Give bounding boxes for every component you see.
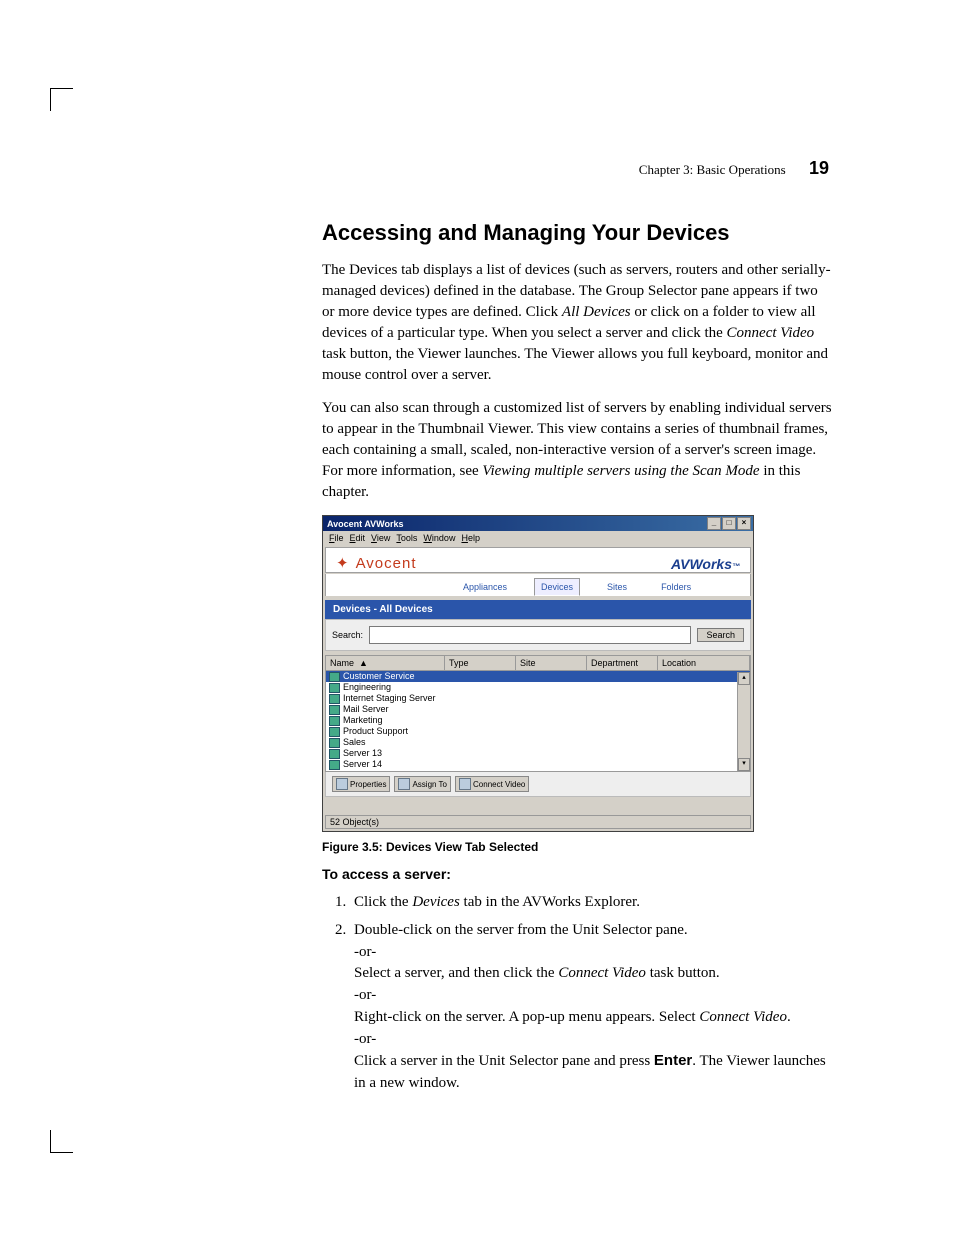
scroll-up-icon[interactable]: ▴ [738, 672, 750, 685]
brand-right: AVWorks™ [671, 556, 740, 572]
intro-paragraph-2: You can also scan through a customized l… [322, 398, 832, 503]
device-icon [329, 716, 340, 726]
assign-icon [398, 778, 410, 790]
brand-row: ✦ Avocent AVWorks™ [325, 547, 751, 573]
scrollbar[interactable]: ▴ ▾ [737, 672, 750, 771]
properties-icon [336, 778, 348, 790]
search-button[interactable]: Search [697, 628, 744, 642]
step-1: Click the Devices tab in the AVWorks Exp… [350, 892, 832, 914]
logo-icon: ✦ [336, 554, 350, 572]
table-rows: Customer Service Engineering Internet St… [326, 671, 750, 771]
brand-left: ✦ Avocent [336, 554, 417, 572]
menu-tools[interactable]: Tools [396, 533, 417, 543]
table-row[interactable]: Engineering [326, 682, 750, 693]
device-icon [329, 705, 340, 715]
minimize-icon[interactable]: _ [707, 517, 721, 530]
col-location[interactable]: Location [658, 656, 750, 670]
crop-mark-top-left [50, 88, 73, 111]
pane-title: Devices - All Devices [325, 600, 751, 619]
menubar: File Edit View Tools Window Help [323, 531, 753, 545]
app-window: Avocent AVWorks _ □ × File Edit View Too… [322, 515, 754, 832]
menu-view[interactable]: View [371, 533, 390, 543]
table-row[interactable]: Mail Server [326, 704, 750, 715]
procedure-heading: To access a server: [322, 866, 832, 882]
search-input[interactable] [369, 626, 691, 644]
search-row: Search: Search [325, 619, 751, 651]
scroll-down-icon[interactable]: ▾ [738, 758, 750, 771]
device-icon [329, 672, 340, 682]
col-site[interactable]: Site [516, 656, 587, 670]
assign-to-button[interactable]: Assign To [394, 776, 451, 792]
table-row[interactable]: Sales [326, 737, 750, 748]
table-row[interactable]: Server 14 [326, 759, 750, 770]
table-row[interactable]: Server 15 [326, 770, 750, 771]
tab-devices[interactable]: Devices [534, 578, 580, 596]
brand-text: Avocent [356, 555, 417, 572]
tab-sites[interactable]: Sites [600, 578, 634, 596]
table-header: Name ▲ Type Site Department Location [326, 656, 750, 671]
window-title: Avocent AVWorks [327, 519, 404, 529]
chapter-label: Chapter 3: Basic Operations [639, 162, 786, 177]
step-2: Double-click on the server from the Unit… [350, 920, 832, 1095]
properties-button[interactable]: Properties [332, 776, 390, 792]
col-type[interactable]: Type [445, 656, 516, 670]
table-row[interactable]: Internet Staging Server [326, 693, 750, 704]
section-heading: Accessing and Managing Your Devices [322, 220, 832, 246]
figure-caption: Figure 3.5: Devices View Tab Selected [322, 840, 832, 854]
device-icon [329, 771, 340, 772]
device-icon [329, 727, 340, 737]
close-icon[interactable]: × [737, 517, 751, 530]
device-table: Name ▲ Type Site Department Location Cus… [325, 655, 751, 772]
col-name[interactable]: Name ▲ [326, 656, 445, 670]
table-row[interactable]: Server 13 [326, 748, 750, 759]
device-icon [329, 694, 340, 704]
connect-video-button[interactable]: Connect Video [455, 776, 529, 792]
menu-file[interactable]: File [329, 533, 344, 543]
maximize-icon[interactable]: □ [722, 517, 736, 530]
table-row[interactable]: Product Support [326, 726, 750, 737]
procedure-steps: Click the Devices tab in the AVWorks Exp… [322, 892, 832, 1095]
status-bar: 52 Object(s) [325, 815, 751, 829]
running-header: Chapter 3: Basic Operations 19 [639, 158, 829, 179]
window-titlebar: Avocent AVWorks _ □ × [323, 516, 753, 531]
device-icon [329, 738, 340, 748]
col-department[interactable]: Department [587, 656, 658, 670]
view-tabs: Appliances Devices Sites Folders [325, 574, 751, 596]
menu-edit[interactable]: Edit [350, 533, 366, 543]
device-icon [329, 760, 340, 770]
table-row[interactable]: Marketing [326, 715, 750, 726]
menu-help[interactable]: Help [461, 533, 480, 543]
video-icon [459, 778, 471, 790]
intro-paragraph-1: The Devices tab displays a list of devic… [322, 260, 832, 386]
tab-folders[interactable]: Folders [654, 578, 698, 596]
page-number: 19 [809, 158, 829, 178]
menu-window[interactable]: Window [423, 533, 455, 543]
task-buttons: Properties Assign To Connect Video [325, 772, 751, 797]
crop-mark-bottom-left [50, 1130, 73, 1153]
tab-appliances[interactable]: Appliances [456, 578, 514, 596]
device-icon [329, 683, 340, 693]
search-label: Search: [332, 630, 363, 640]
device-icon [329, 749, 340, 759]
table-row[interactable]: Customer Service [326, 671, 750, 682]
